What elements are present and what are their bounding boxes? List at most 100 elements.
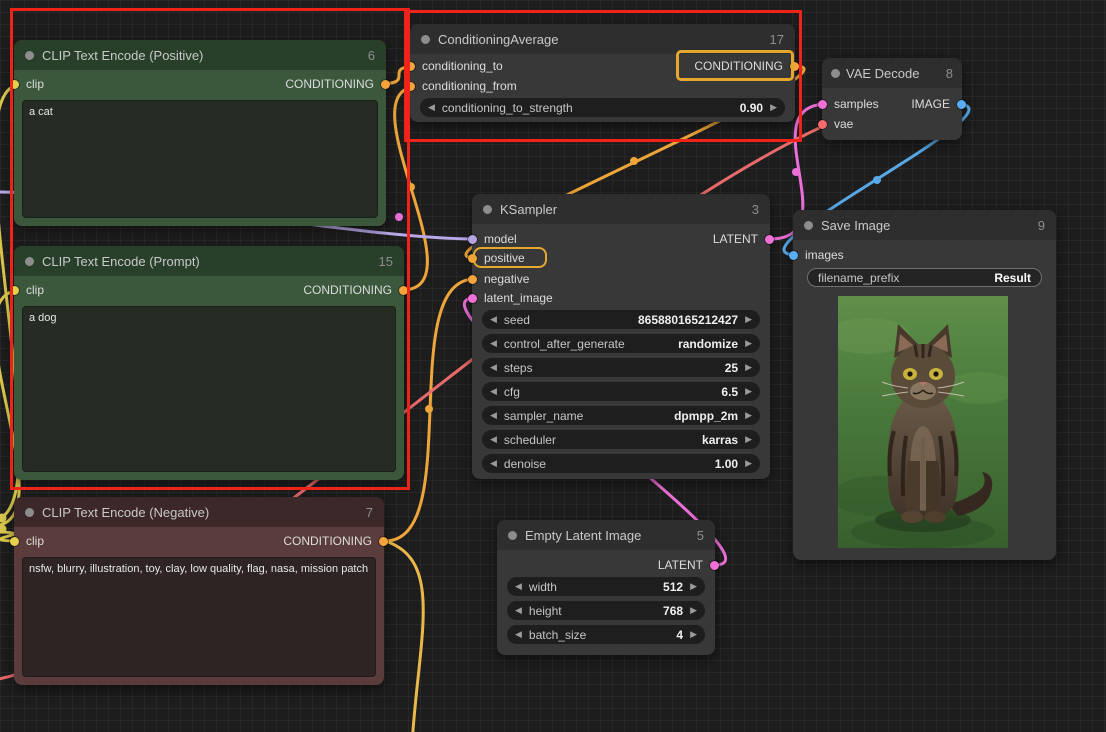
output-slot-latent[interactable]: LATENT — [658, 558, 719, 572]
node-clip-text-encode-prompt[interactable]: CLIP Text Encode (Prompt) 15 clip CONDIT… — [14, 246, 404, 480]
slot-dot-clip[interactable] — [10, 537, 19, 546]
stepper-right-icon[interactable]: ▶ — [745, 459, 752, 468]
node-collapse-dot[interactable] — [25, 508, 34, 517]
stepper-right-icon[interactable]: ▶ — [745, 315, 752, 324]
node-save-image[interactable]: Save Image 9 images filename_prefix Resu… — [793, 210, 1056, 560]
input-slot-clip[interactable]: clip — [10, 77, 44, 91]
slot-dot-latent[interactable] — [818, 100, 827, 109]
node-title-bar[interactable]: CLIP Text Encode (Negative) 7 — [14, 497, 384, 527]
node-title-bar[interactable]: CLIP Text Encode (Prompt) 15 — [14, 246, 404, 276]
stepper-left-icon[interactable]: ◀ — [515, 582, 522, 591]
input-slot-clip[interactable]: clip — [10, 534, 44, 548]
stepper-right-icon[interactable]: ▶ — [770, 103, 777, 112]
slot-dot-conditioning[interactable] — [406, 62, 415, 71]
slot-dot-clip[interactable] — [10, 286, 19, 295]
slot-dot-latent[interactable] — [710, 561, 719, 570]
input-slot-clip[interactable]: clip — [10, 283, 44, 297]
stepper-right-icon[interactable]: ▶ — [745, 339, 752, 348]
stepper-left-icon[interactable]: ◀ — [515, 606, 522, 615]
stepper-right-icon[interactable]: ▶ — [690, 630, 697, 639]
slot-dot-vae[interactable] — [818, 120, 827, 129]
slot-dot-conditioning[interactable] — [379, 537, 388, 546]
stepper-left-icon[interactable]: ◀ — [428, 103, 435, 112]
slot-dot-conditioning[interactable] — [790, 62, 799, 71]
input-slot-latent-image[interactable]: latent_image — [468, 291, 553, 305]
output-slot-conditioning[interactable]: CONDITIONING — [285, 77, 390, 91]
widget-sampler-name[interactable]: ◀ sampler_name dpmpp_2m ▶ — [482, 406, 760, 425]
node-title-bar[interactable]: ConditioningAverage 17 — [410, 24, 795, 54]
node-empty-latent-image[interactable]: Empty Latent Image 5 LATENT ◀ width 512 … — [497, 520, 715, 655]
slot-dot-clip[interactable] — [10, 80, 19, 89]
node-collapse-dot[interactable] — [508, 531, 517, 540]
node-clip-text-encode-positive[interactable]: CLIP Text Encode (Positive) 6 clip CONDI… — [14, 40, 386, 226]
slot-dot-model[interactable] — [468, 235, 477, 244]
stepper-left-icon[interactable]: ◀ — [490, 435, 497, 444]
slot-dot-latent[interactable] — [468, 294, 477, 303]
node-collapse-dot[interactable] — [804, 221, 813, 230]
output-slot-conditioning[interactable]: CONDITIONING — [694, 59, 799, 73]
slot-dot-image[interactable] — [789, 251, 798, 260]
prompt-textarea[interactable]: a dog — [22, 306, 396, 472]
slot-dot-conditioning[interactable] — [399, 286, 408, 295]
stepper-right-icon[interactable]: ▶ — [745, 435, 752, 444]
widget-height[interactable]: ◀ height 768 ▶ — [507, 601, 705, 620]
node-collapse-dot[interactable] — [421, 35, 430, 44]
widget-steps[interactable]: ◀ steps 25 ▶ — [482, 358, 760, 377]
input-slot-negative[interactable]: negative — [468, 272, 529, 286]
stepper-left-icon[interactable]: ◀ — [490, 339, 497, 348]
node-ksampler[interactable]: KSampler 3 model positive negative laten… — [472, 194, 770, 479]
slot-dot-latent[interactable] — [765, 235, 774, 244]
prompt-textarea[interactable]: nsfw, blurry, illustration, toy, clay, l… — [22, 557, 376, 677]
input-slot-images[interactable]: images — [789, 248, 844, 262]
slot-dot-conditioning[interactable] — [468, 254, 477, 263]
input-slot-vae[interactable]: vae — [818, 117, 853, 131]
input-slot-samples[interactable]: samples — [818, 97, 879, 111]
stepper-left-icon[interactable]: ◀ — [490, 387, 497, 396]
slot-dot-conditioning[interactable] — [406, 82, 415, 91]
node-collapse-dot[interactable] — [483, 205, 492, 214]
node-collapse-dot[interactable] — [25, 51, 34, 60]
output-slot-conditioning[interactable]: CONDITIONING — [303, 283, 408, 297]
widget-denoise[interactable]: ◀ denoise 1.00 ▶ — [482, 454, 760, 473]
stepper-right-icon[interactable]: ▶ — [690, 606, 697, 615]
widget-conditioning-to-strength[interactable]: ◀ conditioning_to_strength 0.90 ▶ — [420, 98, 785, 117]
output-slot-latent[interactable]: LATENT — [713, 232, 774, 246]
stepper-right-icon[interactable]: ▶ — [745, 387, 752, 396]
stepper-left-icon[interactable]: ◀ — [490, 315, 497, 324]
node-title-bar[interactable]: KSampler 3 — [472, 194, 770, 224]
widget-control-after-generate[interactable]: ◀ control_after_generate randomize ▶ — [482, 334, 760, 353]
widget-seed[interactable]: ◀ seed 865880165212427 ▶ — [482, 310, 760, 329]
slot-dot-image[interactable] — [957, 100, 966, 109]
slot-dot-conditioning[interactable] — [381, 80, 390, 89]
slot-dot-conditioning[interactable] — [468, 275, 477, 284]
widget-width[interactable]: ◀ width 512 ▶ — [507, 577, 705, 596]
stepper-left-icon[interactable]: ◀ — [490, 459, 497, 468]
stepper-left-icon[interactable]: ◀ — [490, 411, 497, 420]
stepper-right-icon[interactable]: ▶ — [690, 582, 697, 591]
input-slot-model[interactable]: model — [468, 232, 517, 246]
widget-cfg[interactable]: ◀ cfg 6.5 ▶ — [482, 382, 760, 401]
node-title-bar[interactable]: Save Image 9 — [793, 210, 1056, 240]
node-collapse-dot[interactable] — [25, 257, 34, 266]
node-title-bar[interactable]: VAE Decode 8 — [822, 58, 962, 88]
widget-batch-size[interactable]: ◀ batch_size 4 ▶ — [507, 625, 705, 644]
stepper-left-icon[interactable]: ◀ — [515, 630, 522, 639]
node-title-bar[interactable]: Empty Latent Image 5 — [497, 520, 715, 550]
node-graph-canvas[interactable]: CLIP Text Encode (Positive) 6 clip CONDI… — [0, 0, 1106, 732]
stepper-right-icon[interactable]: ▶ — [745, 363, 752, 372]
node-conditioning-average[interactable]: ConditioningAverage 17 conditioning_to c… — [410, 24, 795, 122]
output-slot-image[interactable]: IMAGE — [911, 97, 966, 111]
output-slot-conditioning[interactable]: CONDITIONING — [283, 534, 388, 548]
node-collapse-dot[interactable] — [831, 69, 840, 78]
stepper-left-icon[interactable]: ◀ — [490, 363, 497, 372]
node-clip-text-encode-negative[interactable]: CLIP Text Encode (Negative) 7 clip CONDI… — [14, 497, 384, 685]
prompt-textarea[interactable]: a cat — [22, 100, 378, 218]
input-slot-positive[interactable]: positive — [468, 251, 525, 265]
node-vae-decode[interactable]: VAE Decode 8 samples vae IMAGE — [822, 58, 962, 140]
input-slot-conditioning-from[interactable]: conditioning_from — [406, 79, 517, 93]
node-title-bar[interactable]: CLIP Text Encode (Positive) 6 — [14, 40, 386, 70]
stepper-right-icon[interactable]: ▶ — [745, 411, 752, 420]
widget-filename-prefix[interactable]: filename_prefix Result — [807, 268, 1042, 287]
input-slot-conditioning-to[interactable]: conditioning_to — [406, 59, 503, 73]
widget-scheduler[interactable]: ◀ scheduler karras ▶ — [482, 430, 760, 449]
